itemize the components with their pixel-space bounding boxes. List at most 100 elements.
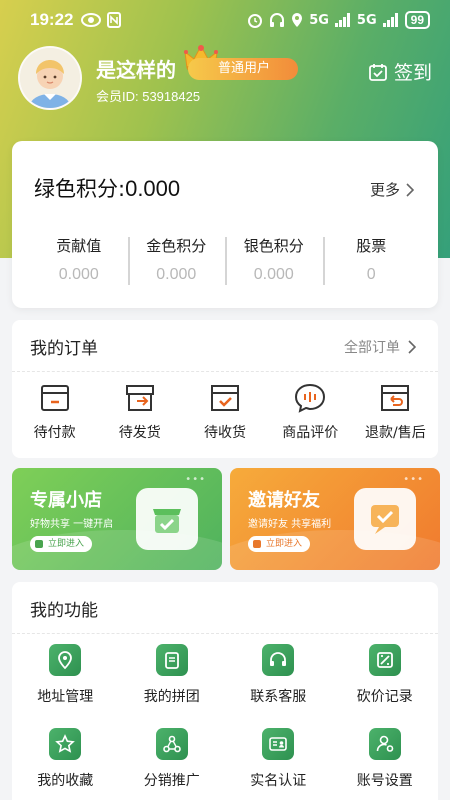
group-buy-icon xyxy=(155,644,188,676)
id-card-icon xyxy=(262,728,295,760)
func-customer-service[interactable]: 联系客服 xyxy=(225,644,332,706)
stat-label: 金色积分 xyxy=(146,237,207,255)
functions-header: 我的功能 xyxy=(12,582,438,634)
signal-icon-2 xyxy=(382,13,398,27)
func-distribution[interactable]: 分销推广 xyxy=(119,728,226,790)
func-label: 联系客服 xyxy=(250,689,307,705)
orders-card: 我的订单 全部订单 待付款 待发货 待收货 商品评价 退款/售后 xyxy=(12,320,438,458)
signin-label: 签到 xyxy=(393,62,432,84)
box-check-icon xyxy=(211,385,239,411)
func-account-settings[interactable]: 账号设置 xyxy=(332,728,439,790)
wallet-icon xyxy=(40,385,69,411)
orders-header: 我的订单 全部订单 xyxy=(12,320,438,372)
shop-icon xyxy=(136,488,198,550)
stat-contribution[interactable]: 贡献值 0.000 xyxy=(30,233,128,289)
functions-title: 我的功能 xyxy=(30,601,98,621)
banner-subtitle: 邀请好友 共享福利 xyxy=(248,519,332,530)
level-badge: 普通用户 xyxy=(188,58,299,80)
alarm-icon xyxy=(248,14,263,28)
func-group-buy[interactable]: 我的拼团 xyxy=(119,644,226,706)
stat-value: 0.000 xyxy=(253,266,294,283)
location-pin-icon xyxy=(292,13,303,27)
status-time: 19:22 xyxy=(30,10,74,29)
order-item-label: 待发货 xyxy=(118,425,161,441)
exclusive-shop-banner[interactable]: ••• 专属小店 好物共享 一键开启 立即进入 xyxy=(12,468,222,570)
more-label: 更多 xyxy=(369,181,400,199)
banner-title: 邀请好友 xyxy=(248,490,320,511)
member-id: 会员ID: 53918425 xyxy=(96,89,201,104)
func-label: 实名认证 xyxy=(250,773,307,789)
avatar[interactable] xyxy=(18,46,82,110)
more-link[interactable]: 更多 xyxy=(370,179,414,200)
order-item-label: 待收货 xyxy=(204,425,246,441)
order-review[interactable]: 商品评价 xyxy=(268,382,353,442)
headset-icon xyxy=(262,644,295,676)
green-points: 绿色积分:0.000 xyxy=(34,173,180,203)
orders-title: 我的订单 xyxy=(30,339,98,359)
battery-indicator: 99 xyxy=(404,11,430,29)
order-pending-shipment[interactable]: 待发货 xyxy=(97,382,182,442)
banner-title: 专属小店 xyxy=(30,490,102,511)
box-return-icon xyxy=(381,385,410,411)
bargain-icon xyxy=(368,644,401,676)
order-pending-payment[interactable]: 待付款 xyxy=(12,382,97,442)
func-label: 账号设置 xyxy=(356,773,413,789)
invite-friends-banner[interactable]: ••• 邀请好友 邀请好友 共享福利 立即进入 xyxy=(230,468,440,570)
calendar-check-icon xyxy=(369,63,387,81)
profile-section: 是这样的 普通用户 会员ID: 53918425 签到 xyxy=(18,44,432,110)
enter-now-button[interactable]: 立即进入 xyxy=(248,536,311,552)
green-points-label: 绿色积分: xyxy=(34,177,126,201)
chevron-right-icon xyxy=(406,182,414,197)
network-label: 5G xyxy=(309,12,329,28)
avatar-illustration xyxy=(20,48,80,108)
points-card: 绿色积分:0.000 更多 贡献值 0.000 金色积分 0.000 银色积分 … xyxy=(12,141,438,308)
chevron-right-icon xyxy=(408,340,416,354)
eye-icon xyxy=(81,13,102,27)
location-icon xyxy=(49,644,82,676)
all-orders-label: 全部订单 xyxy=(344,340,400,356)
green-points-value: 0.000 xyxy=(125,176,181,201)
order-item-label: 商品评价 xyxy=(282,425,339,441)
func-label: 分销推广 xyxy=(143,773,200,789)
stat-silver-points[interactable]: 银色积分 0.000 xyxy=(225,233,323,289)
stat-stocks[interactable]: 股票 0 xyxy=(322,233,421,289)
order-item-label: 待付款 xyxy=(33,425,76,441)
order-refund[interactable]: 退款/售后 xyxy=(353,382,438,442)
func-label: 砍价记录 xyxy=(356,689,413,705)
headphones-icon xyxy=(270,13,285,27)
order-pending-receipt[interactable]: 待收货 xyxy=(182,382,267,442)
order-status-list: 待付款 待发货 待收货 商品评价 退款/售后 xyxy=(12,382,438,442)
stat-value: 0.000 xyxy=(156,266,197,283)
func-address[interactable]: 地址管理 xyxy=(12,644,119,706)
star-icon xyxy=(49,728,82,760)
invite-icon xyxy=(354,488,416,550)
chat-bubble-icon xyxy=(295,383,326,413)
func-label: 我的收藏 xyxy=(37,773,94,789)
func-favorites[interactable]: 我的收藏 xyxy=(12,728,119,790)
stat-value: 0 xyxy=(366,266,376,283)
share-icon xyxy=(155,728,188,760)
func-real-name[interactable]: 实名认证 xyxy=(225,728,332,790)
func-label: 地址管理 xyxy=(37,689,94,705)
functions-card: 我的功能 地址管理 我的拼团 联系客服 砍价记录 我的收藏 分销推广 实名认证 … xyxy=(12,582,438,800)
all-orders-link[interactable]: 全部订单 xyxy=(344,337,416,357)
box-out-icon xyxy=(125,385,154,411)
stat-label: 股票 xyxy=(356,237,387,255)
signal-icon xyxy=(334,13,350,27)
func-label: 我的拼团 xyxy=(143,689,200,705)
order-item-label: 退款/售后 xyxy=(365,425,426,441)
functions-grid: 地址管理 我的拼团 联系客服 砍价记录 我的收藏 分销推广 实名认证 账号设置 xyxy=(12,644,438,790)
stat-gold-points[interactable]: 金色积分 0.000 xyxy=(127,233,226,289)
username: 是这样的 xyxy=(96,58,176,82)
status-bar: 19:22 5G 5G 99 xyxy=(0,0,450,40)
account-settings-icon xyxy=(368,728,401,760)
enter-now-button[interactable]: 立即进入 xyxy=(30,536,93,552)
stat-label: 银色积分 xyxy=(243,237,304,255)
stat-value: 0.000 xyxy=(58,266,99,283)
func-bargain-records[interactable]: 砍价记录 xyxy=(332,644,439,706)
signin-button[interactable]: 签到 xyxy=(368,58,432,85)
points-stats: 贡献值 0.000 金色积分 0.000 银色积分 0.000 股票 0 xyxy=(30,233,420,289)
stat-label: 贡献值 xyxy=(56,237,102,255)
banner-subtitle: 好物共享 一键开启 xyxy=(30,519,114,530)
nfc-icon xyxy=(107,12,122,28)
